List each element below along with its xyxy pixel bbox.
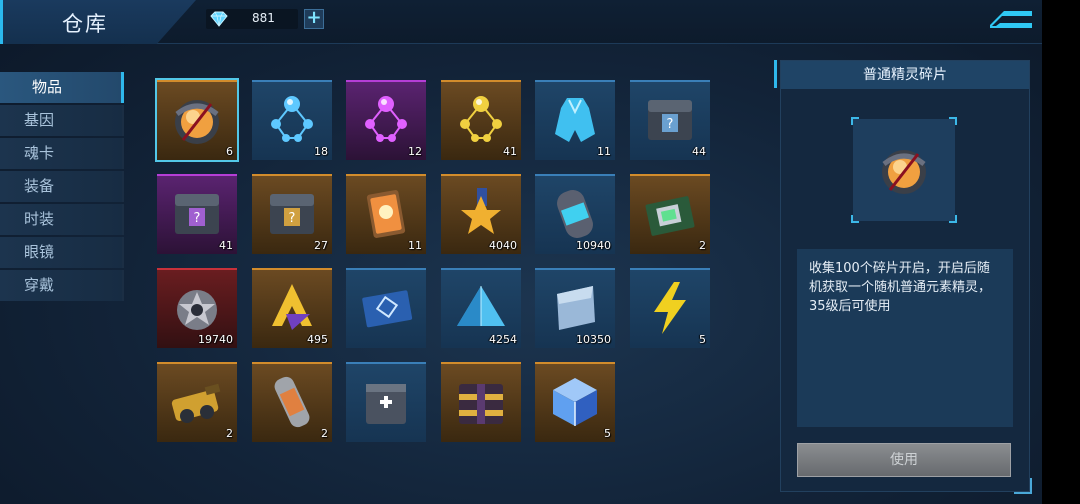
item-count: 4254 — [489, 333, 517, 346]
item-slot-silver-star-badge[interactable]: 19740 — [157, 268, 237, 348]
item-slot-orb-fragment[interactable]: 6 — [155, 78, 239, 162]
item-count: 10940 — [576, 239, 611, 252]
svg-text:?: ? — [289, 211, 296, 226]
item-count: 2 — [321, 427, 328, 440]
item-slot-lightning-token[interactable]: 5 — [630, 268, 710, 348]
card-icon — [366, 190, 406, 238]
arrow-emblem-icon — [272, 284, 312, 330]
top-bar: 仓库 881 + — [0, 0, 1042, 44]
item-slot-blue-molecule[interactable]: 18 — [252, 80, 332, 160]
costume-icon — [555, 98, 595, 142]
item-count: 5 — [604, 427, 611, 440]
orb-icon — [175, 100, 219, 144]
item-slot-orange-scroll[interactable]: 2 — [252, 362, 332, 442]
menu-item-glasses[interactable]: 眼镜 — [0, 237, 124, 268]
item-slot-blue-chest[interactable]: ? 44 — [630, 80, 710, 160]
medkit-icon — [366, 384, 406, 424]
category-menu: 物品 基因 魂卡 装备 时装 眼镜 穿戴 — [0, 72, 128, 303]
currency-value: 881 — [252, 11, 275, 25]
detail-icon-frame — [851, 117, 957, 223]
menu-item-fashion[interactable]: 时装 — [0, 204, 124, 235]
scroll-icon — [274, 376, 310, 428]
item-count: 2 — [226, 427, 233, 440]
item-slot-purple-molecule[interactable]: 12 — [346, 80, 426, 160]
corner-decoration — [1014, 478, 1032, 494]
back-arrow-icon[interactable] — [988, 8, 1034, 30]
diamond-icon — [210, 11, 228, 27]
item-count: 41 — [219, 239, 233, 252]
svg-text:?: ? — [194, 211, 201, 226]
menu-item-wearables[interactable]: 穿戴 — [0, 270, 124, 301]
currency-display: 881 — [206, 9, 298, 29]
badge-icon — [177, 290, 217, 330]
pyramid-icon — [457, 286, 505, 326]
item-slot-card-sheet[interactable]: 10350 — [535, 268, 615, 348]
item-count: 19740 — [198, 333, 233, 346]
item-count: 6 — [226, 145, 233, 158]
item-slot-star-medal[interactable]: 4040 — [441, 174, 521, 254]
molecule-icon — [460, 96, 502, 142]
sheet-icon — [557, 286, 595, 330]
menu-item-genes[interactable]: 基因 — [0, 105, 124, 136]
item-slot-capsule[interactable]: 10940 — [535, 174, 615, 254]
chest-icon: ? — [648, 100, 692, 140]
item-slot-crystal-cube[interactable]: 5 — [535, 362, 615, 442]
item-count: 10350 — [576, 333, 611, 346]
star-icon — [461, 188, 501, 234]
item-count: 5 — [699, 333, 706, 346]
ticket-icon — [362, 290, 413, 328]
screen-edge — [1042, 0, 1080, 504]
lightning-icon — [654, 282, 686, 334]
capsule-icon — [557, 190, 593, 238]
item-slot-purple-chest[interactable]: ? 41 — [157, 174, 237, 254]
item-count: 27 — [314, 239, 328, 252]
item-slot-gold-molecule[interactable]: 41 — [441, 80, 521, 160]
detail-description: 收集100个碎片开启，开启后随机获取一个随机普通元素精灵，35级后可使用 — [797, 249, 1013, 427]
use-button[interactable]: 使用 — [797, 443, 1011, 477]
item-count: 41 — [503, 145, 517, 158]
item-slot-chip-board[interactable]: 2 — [630, 174, 710, 254]
item-count: 495 — [307, 333, 328, 346]
cube-icon — [553, 378, 597, 426]
item-slot-gold-arrow-emblem[interactable]: 495 — [252, 268, 332, 348]
item-slot-blue-pyramid[interactable]: 4254 — [441, 268, 521, 348]
frame-corner — [949, 117, 957, 125]
detail-accent — [774, 60, 777, 88]
item-count: 12 — [408, 145, 422, 158]
item-count: 18 — [314, 145, 328, 158]
item-slot-blue-costume[interactable]: 11 — [535, 80, 615, 160]
item-slot-orange-card[interactable]: 11 — [346, 174, 426, 254]
item-count: 11 — [597, 145, 611, 158]
chest-icon: ? — [270, 194, 314, 234]
item-slot-medkit-box[interactable] — [346, 362, 426, 442]
item-count: 11 — [408, 239, 422, 252]
chip-icon — [645, 196, 695, 236]
chest-icon: ? — [175, 194, 219, 234]
detail-title: 普通精灵碎片 — [781, 61, 1029, 89]
item-count: 44 — [692, 145, 706, 158]
molecule-icon — [365, 96, 407, 142]
item-count: 4040 — [489, 239, 517, 252]
item-slot-gold-chest[interactable]: ? 27 — [252, 174, 332, 254]
page-title: 仓库 — [62, 12, 108, 36]
menu-item-items[interactable]: 物品 — [0, 72, 124, 103]
item-slot-blue-ticket[interactable] — [346, 268, 426, 348]
molecule-icon — [271, 96, 313, 142]
crate-icon — [459, 384, 503, 424]
frame-corner — [851, 117, 859, 125]
item-detail-panel: 普通精灵碎片 收集100个碎片开启，开启后随机获取一个随机普通元素精灵，35级后… — [780, 60, 1030, 492]
menu-item-equipment[interactable]: 装备 — [0, 171, 124, 202]
item-slot-gold-crate[interactable] — [441, 362, 521, 442]
add-currency-button[interactable]: + — [304, 9, 324, 29]
cannon-icon — [171, 383, 221, 423]
item-slot-gold-cannon[interactable]: 2 — [157, 362, 237, 442]
menu-item-soul-cards[interactable]: 魂卡 — [0, 138, 124, 169]
frame-corner — [851, 215, 859, 223]
item-count: 2 — [699, 239, 706, 252]
svg-text:?: ? — [667, 117, 674, 132]
frame-corner — [949, 215, 957, 223]
orb-icon — [882, 150, 926, 194]
